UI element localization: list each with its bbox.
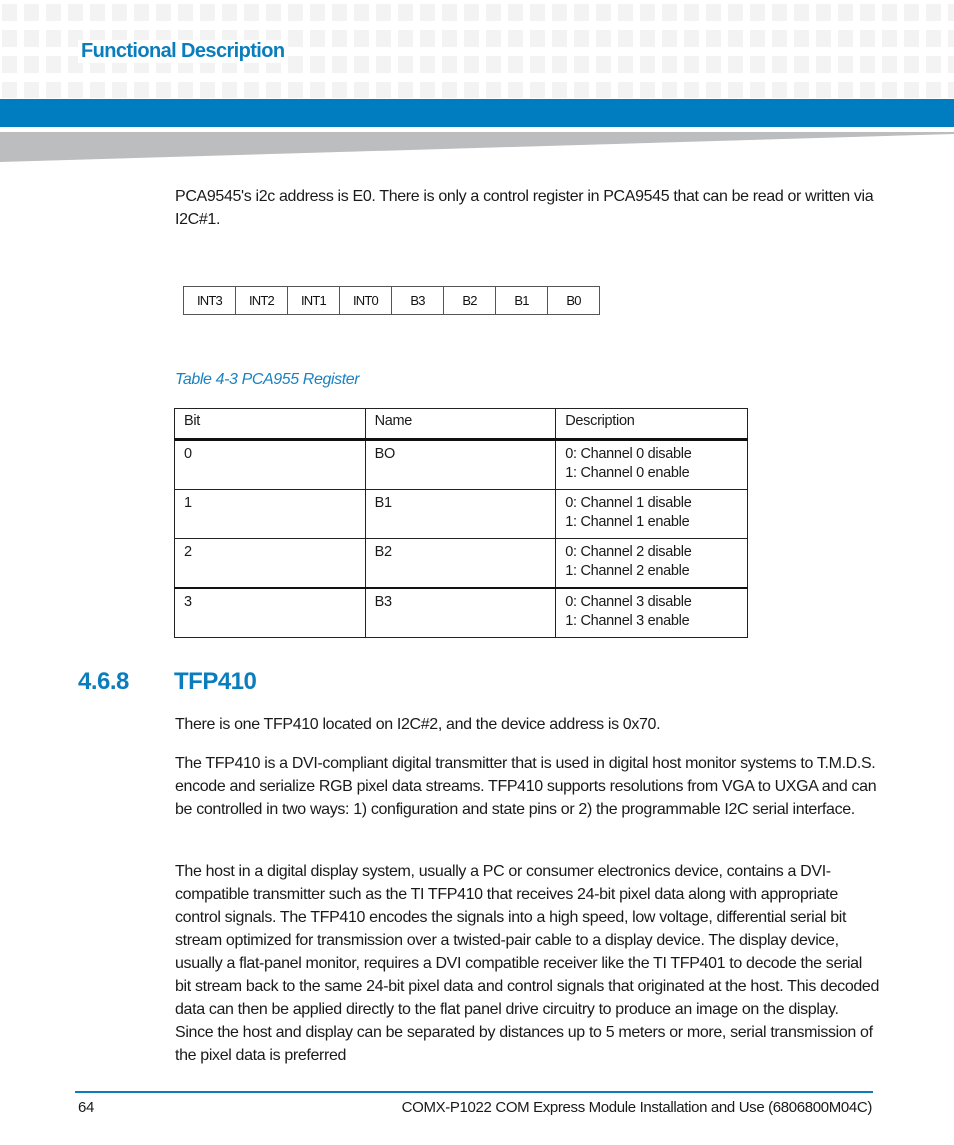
register-description-table: Bit Name Description 0 BO 0: Channel 0 d…: [174, 408, 748, 638]
footer-document-title: COMX-P1022 COM Express Module Installati…: [401, 1099, 873, 1116]
cell-description: 0: Channel 0 disable 1: Channel 0 enable: [555, 439, 748, 490]
table-row: 1 B1 0: Channel 1 disable 1: Channel 1 en…: [174, 489, 748, 539]
table-caption: Table 4-3 PCA955 Register: [175, 371, 360, 388]
column-header-bit: Bit: [174, 408, 366, 441]
header-blue-bar: [0, 99, 954, 127]
cell-name: B2: [364, 538, 557, 589]
description-line: 0: Channel 0 disable: [565, 446, 692, 462]
register-bit-layout: INT3 INT2 INT1 INT0 B3 B2 B1 B0: [183, 286, 600, 315]
paragraph: The host in a digital display system, us…: [175, 863, 880, 1064]
cell-bit: 2: [174, 538, 366, 589]
cell-bit: 3: [174, 587, 366, 638]
section-heading: 4.6.8 TFP410: [78, 668, 257, 696]
page-number: 64: [78, 1099, 95, 1116]
register-bit-cell: B1: [495, 286, 548, 315]
table-row: 2 B2 0: Channel 2 disable 1: Channel 2 en…: [174, 538, 748, 589]
footer-divider: [75, 1091, 873, 1093]
register-bit-cell: B0: [547, 286, 600, 315]
cell-bit: 1: [174, 489, 366, 539]
description-line: 0: Channel 3 disable: [565, 594, 692, 610]
cell-name: BO: [364, 439, 557, 490]
description-line: 0: Channel 2 disable: [565, 544, 692, 560]
register-bit-cell: B2: [443, 286, 496, 315]
paragraph: There is one TFP410 located on I2C#2, an…: [175, 716, 661, 733]
description-line: 1: Channel 2 enable: [565, 563, 690, 579]
register-bit-cell: INT3: [183, 286, 236, 315]
header-gray-wedge: [0, 132, 954, 162]
description-line: 0: Channel 1 disable: [565, 495, 692, 511]
paragraph: The TFP410 is a DVI-compliant digital tr…: [175, 755, 877, 818]
cell-description: 0: Channel 3 disable 1: Channel 3 enable: [555, 587, 748, 638]
table-row: 3 B3 0: Channel 3 disable 1: Channel 3 en…: [174, 587, 748, 638]
table-header-row: Bit Name Description: [174, 408, 748, 441]
header-section-title: Functional Description: [78, 40, 288, 63]
register-bit-cell: B3: [391, 286, 444, 315]
description-line: 1: Channel 3 enable: [565, 613, 690, 629]
section-number: 4.6.8: [78, 668, 129, 695]
register-bit-cell: INT0: [339, 286, 392, 315]
column-header-name: Name: [364, 408, 557, 441]
section-title: TFP410: [174, 668, 257, 695]
description-line: 1: Channel 0 enable: [565, 465, 690, 481]
cell-description: 0: Channel 1 disable 1: Channel 1 enable: [555, 489, 748, 539]
cell-name: B1: [364, 489, 557, 539]
intro-paragraph: PCA9545's i2c address is E0. There is on…: [175, 188, 874, 228]
table-row: 0 BO 0: Channel 0 disable 1: Channel 0 en…: [174, 439, 748, 490]
cell-description: 0: Channel 2 disable 1: Channel 2 enable: [555, 538, 748, 589]
column-header-description: Description: [555, 408, 748, 441]
cell-bit: 0: [174, 439, 366, 490]
register-bit-cell: INT2: [235, 286, 288, 315]
cell-name: B3: [364, 587, 557, 638]
register-bit-cell: INT1: [287, 286, 340, 315]
description-line: 1: Channel 1 enable: [565, 514, 690, 530]
